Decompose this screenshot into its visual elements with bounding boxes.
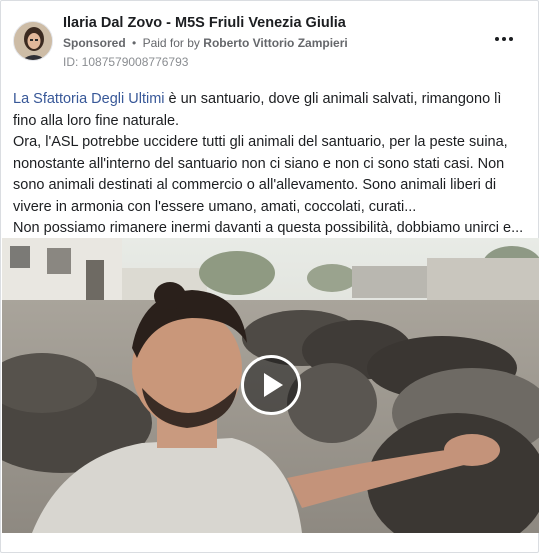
page-link[interactable]: La Sfattoria Degli Ultimi: [13, 91, 165, 107]
ad-id: ID: 1087579008776793: [63, 55, 189, 69]
body-paragraph-3: Non possiamo rimanere inermi davanti a q…: [13, 220, 524, 236]
avatar[interactable]: [13, 21, 53, 61]
play-icon: [264, 373, 283, 397]
body-paragraph-2: Ora, l'ASL potrebbe uccidere tutti gli a…: [13, 134, 508, 215]
meta-separator: •: [132, 36, 137, 50]
play-button[interactable]: [241, 355, 301, 415]
avatar-image: [14, 22, 52, 60]
post-body: La Sfattoria Degli Ultimi è un santuario…: [13, 89, 525, 240]
paid-for-name: Roberto Vittorio Zampieri: [203, 36, 348, 50]
post-meta: Sponsored • Paid for by Roberto Vittorio…: [63, 36, 348, 50]
author-name[interactable]: Ilaria Dal Zovo - M5S Friuli Venezia Giu…: [63, 15, 346, 31]
body-paragraph-1: La Sfattoria Degli Ultimi è un santuario…: [13, 89, 525, 132]
more-horizontal-icon: [495, 37, 499, 41]
post-header: Ilaria Dal Zovo - M5S Friuli Venezia Giu…: [13, 15, 526, 71]
more-options-button[interactable]: [490, 27, 518, 51]
paid-for-prefix: Paid for by: [142, 36, 200, 50]
more-horizontal-icon: [509, 37, 513, 41]
more-horizontal-icon: [502, 37, 506, 41]
ad-post-card: Ilaria Dal Zovo - M5S Friuli Venezia Giu…: [0, 0, 539, 553]
sponsored-label: Sponsored: [63, 36, 126, 50]
video-player[interactable]: [2, 238, 539, 533]
